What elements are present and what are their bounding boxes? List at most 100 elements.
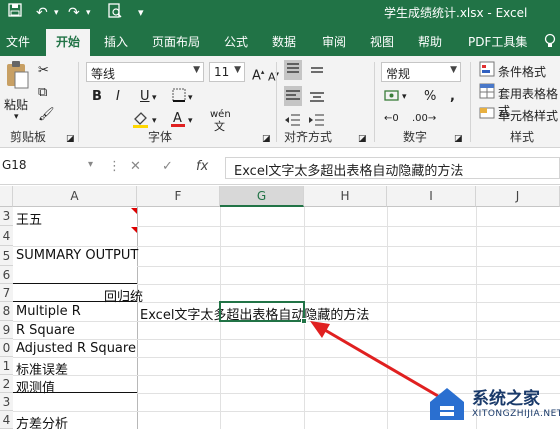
- copy-icon[interactable]: ⧉: [38, 84, 47, 102]
- borders-icon[interactable]: [172, 88, 186, 108]
- tab-formulas[interactable]: 公式: [224, 33, 248, 50]
- borders-dropdown-icon[interactable]: ▾: [188, 89, 193, 107]
- more-options-icon[interactable]: ⋮: [108, 159, 121, 174]
- select-all-corner[interactable]: [0, 186, 13, 207]
- undo-dropdown-icon[interactable]: ▾: [54, 3, 59, 23]
- decrease-decimal-icon[interactable]: .00→: [412, 110, 436, 128]
- comment-indicator[interactable]: [131, 208, 137, 214]
- divider: [276, 62, 277, 142]
- redo-icon[interactable]: ↷: [68, 3, 80, 23]
- cut-icon[interactable]: ✂: [38, 62, 49, 80]
- window-title: 学生成绩统计.xlsx - Excel: [384, 6, 528, 20]
- redo-dropdown-icon[interactable]: ▾: [86, 3, 91, 23]
- tab-home[interactable]: 开始: [46, 29, 91, 56]
- row-header[interactable]: 7: [0, 284, 13, 302]
- name-box[interactable]: G18: [0, 158, 84, 178]
- formula-input[interactable]: Excel文字太多超出表格自动隐藏的方法: [225, 157, 560, 179]
- column-header-g[interactable]: G: [220, 186, 304, 207]
- lightbulb-icon[interactable]: [544, 33, 556, 52]
- increase-font-icon[interactable]: A▴: [252, 63, 264, 85]
- font-color-icon[interactable]: A: [170, 109, 186, 133]
- column-header-a[interactable]: A: [13, 186, 137, 207]
- cell-styles-button[interactable]: 单元格样式: [498, 107, 558, 124]
- tab-file[interactable]: 文件: [6, 33, 30, 50]
- format-painter-icon[interactable]: 🖌: [38, 106, 55, 124]
- row-header[interactable]: 1: [0, 357, 13, 375]
- row-header[interactable]: 2: [0, 375, 13, 393]
- number-format-combo[interactable]: 常规 ▼: [381, 62, 461, 82]
- tab-insert[interactable]: 插入: [104, 33, 128, 50]
- comma-style-icon[interactable]: ,: [450, 88, 455, 106]
- align-center-icon[interactable]: [308, 88, 326, 112]
- alignment-launcher-icon[interactable]: ◪: [358, 130, 367, 148]
- clipboard-launcher-icon[interactable]: ◪: [66, 130, 75, 148]
- watermark-url: XITONGZHIJIA.NET: [472, 409, 560, 419]
- watermark-brand: 系统之家: [472, 389, 540, 409]
- increase-decimal-icon[interactable]: ←0: [384, 110, 399, 128]
- confirm-icon[interactable]: ✓: [162, 159, 173, 174]
- currency-icon[interactable]: [384, 88, 402, 110]
- number-launcher-icon[interactable]: ◪: [454, 130, 463, 148]
- insert-function-icon[interactable]: fx: [196, 159, 208, 174]
- tab-help[interactable]: 帮助: [418, 33, 442, 50]
- row-header[interactable]: 3: [0, 207, 13, 226]
- tab-data[interactable]: 数据: [272, 33, 296, 50]
- save-icon[interactable]: [8, 3, 22, 23]
- row-header[interactable]: 0: [0, 339, 13, 357]
- row-header[interactable]: 3: [0, 393, 13, 411]
- column-header-i[interactable]: I: [387, 186, 476, 207]
- align-top-icon[interactable]: [284, 60, 302, 80]
- row-header[interactable]: 4: [0, 226, 13, 246]
- tab-pdf-tools[interactable]: PDF工具集: [468, 33, 527, 50]
- currency-dropdown-icon[interactable]: ▾: [402, 88, 407, 106]
- row-header[interactable]: 9: [0, 321, 13, 339]
- paste-button[interactable]: [4, 60, 30, 96]
- cell-a9[interactable]: R Square: [16, 323, 75, 338]
- cell-a12[interactable]: 观测值: [16, 377, 55, 396]
- cell-styles-icon: [479, 105, 495, 127]
- underline-button[interactable]: U: [140, 88, 150, 106]
- customize-toolbar-icon[interactable]: ▾: [138, 3, 144, 23]
- tab-page-layout[interactable]: 页面布局: [152, 33, 200, 50]
- table-format-icon: [479, 83, 495, 105]
- column-header-j[interactable]: J: [476, 186, 560, 207]
- tab-review[interactable]: 审阅: [322, 33, 346, 50]
- conditional-format-button[interactable]: 条件格式: [498, 63, 546, 80]
- undo-icon[interactable]: ↶: [36, 3, 48, 23]
- chevron-down-icon: ▼: [193, 65, 200, 75]
- tab-view[interactable]: 视图: [370, 33, 394, 50]
- active-cell-selection[interactable]: [219, 301, 305, 322]
- font-color-dropdown-icon[interactable]: ▾: [188, 112, 193, 130]
- decrease-font-icon[interactable]: A▾: [268, 65, 279, 87]
- paste-dropdown-icon[interactable]: ▾: [14, 112, 19, 122]
- italic-button[interactable]: I: [116, 88, 120, 106]
- cell-a3[interactable]: 王五: [16, 209, 42, 228]
- bold-button[interactable]: B: [92, 88, 102, 106]
- font-size-combo[interactable]: 11 ▼: [209, 62, 245, 82]
- font-launcher-icon[interactable]: ◪: [262, 130, 271, 148]
- row-header[interactable]: 8: [0, 302, 13, 321]
- row-header[interactable]: 4: [0, 411, 13, 429]
- ribbon-tabs: 文件 开始 插入 页面布局 公式 数据 审阅 视图 帮助 PDF工具集: [0, 26, 560, 56]
- cell-a11[interactable]: 标准误差: [16, 359, 68, 378]
- percent-button[interactable]: %: [424, 88, 436, 106]
- cell-a7[interactable]: 回归统: [104, 286, 143, 305]
- cancel-icon[interactable]: ✕: [130, 159, 141, 174]
- column-header-h[interactable]: H: [304, 186, 387, 207]
- name-box-dropdown-icon[interactable]: ▾: [88, 159, 93, 170]
- comment-indicator[interactable]: [131, 227, 137, 233]
- align-left-icon[interactable]: [284, 86, 302, 106]
- cell-a14[interactable]: 方差分析: [16, 413, 68, 429]
- cell-a10[interactable]: Adjusted R Square: [16, 341, 136, 356]
- cell-a8[interactable]: Multiple R: [16, 304, 81, 319]
- column-header-f[interactable]: F: [137, 186, 220, 207]
- cell-a5[interactable]: SUMMARY OUTPUT: [16, 248, 138, 263]
- font-name-combo[interactable]: 等线 ▼: [86, 62, 204, 82]
- row-divider: [13, 246, 560, 247]
- paste-label[interactable]: 粘贴: [4, 96, 28, 113]
- print-preview-icon[interactable]: [108, 3, 122, 25]
- underline-dropdown-icon[interactable]: ▾: [152, 89, 157, 107]
- align-middle-icon[interactable]: [308, 62, 326, 86]
- row-header[interactable]: 5: [0, 246, 13, 266]
- row-header[interactable]: 6: [0, 266, 13, 284]
